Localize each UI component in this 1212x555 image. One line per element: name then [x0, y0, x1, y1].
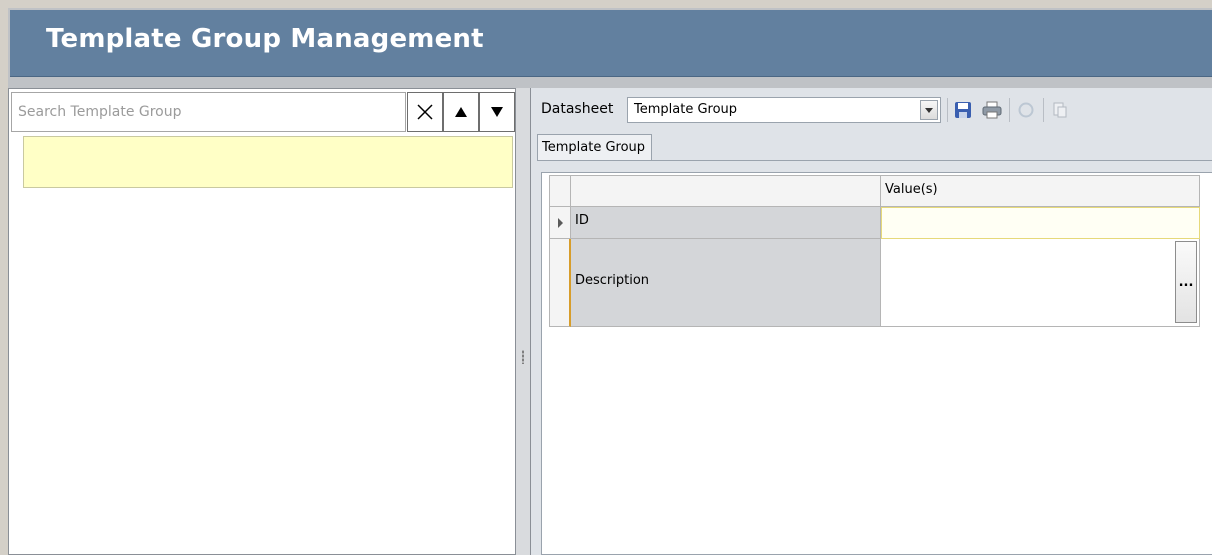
save-icon[interactable]	[952, 99, 974, 121]
grid-header-row: Value(s)	[549, 175, 1200, 207]
tab-template-group[interactable]: Template Group	[537, 134, 653, 160]
row-indicator-icon	[558, 218, 563, 228]
grid-value-header: Value(s)	[881, 175, 1200, 207]
description-value-field[interactable]: ...	[881, 239, 1200, 327]
grid-corner-cell	[549, 175, 571, 207]
ellipsis-button[interactable]: ...	[1175, 241, 1197, 323]
id-value-field[interactable]	[881, 207, 1200, 239]
table-row: Description ...	[549, 239, 1200, 327]
disabled-icon[interactable]	[1015, 99, 1037, 121]
page-title: Template Group Management	[46, 24, 484, 54]
close-icon	[417, 104, 433, 120]
panel-splitter[interactable]	[516, 88, 530, 555]
datasheet-toolbar: Datasheet Template Group	[531, 88, 1212, 132]
copy-icon[interactable]	[1049, 99, 1071, 121]
datasheet-select[interactable]: Template Group	[627, 97, 941, 123]
arrow-up-icon	[455, 107, 467, 117]
search-row	[9, 89, 515, 133]
row-selector-cell[interactable]	[549, 239, 571, 327]
row-selector-cell[interactable]	[549, 207, 571, 239]
clear-search-button[interactable]	[407, 92, 443, 132]
next-result-button[interactable]	[479, 92, 515, 132]
field-label-description: Description	[571, 239, 881, 327]
title-bar: Template Group Management	[10, 10, 1212, 77]
datasheet-panel: Datasheet Template Group Template Group …	[530, 88, 1212, 555]
arrow-down-icon	[491, 107, 503, 117]
datasheet-select-value: Template Group	[634, 102, 738, 117]
field-label-id: ID	[571, 207, 881, 239]
table-row: ID	[549, 207, 1200, 239]
toolbar-separator	[1009, 98, 1010, 122]
tab-strip: Template Group	[537, 134, 1212, 161]
chevron-down-icon[interactable]	[920, 100, 938, 120]
search-result-item[interactable]	[23, 136, 513, 188]
datasheet-content: Value(s) ID Description ...	[541, 172, 1212, 555]
toolbar-separator	[947, 98, 948, 122]
search-input[interactable]	[11, 92, 406, 132]
print-icon[interactable]	[981, 99, 1003, 121]
grid-field-header	[571, 175, 881, 207]
previous-result-button[interactable]	[443, 92, 479, 132]
splitter-grip-icon	[522, 350, 524, 364]
toolbar-separator	[1043, 98, 1044, 122]
datasheet-label: Datasheet	[541, 101, 614, 117]
search-panel	[8, 88, 516, 555]
